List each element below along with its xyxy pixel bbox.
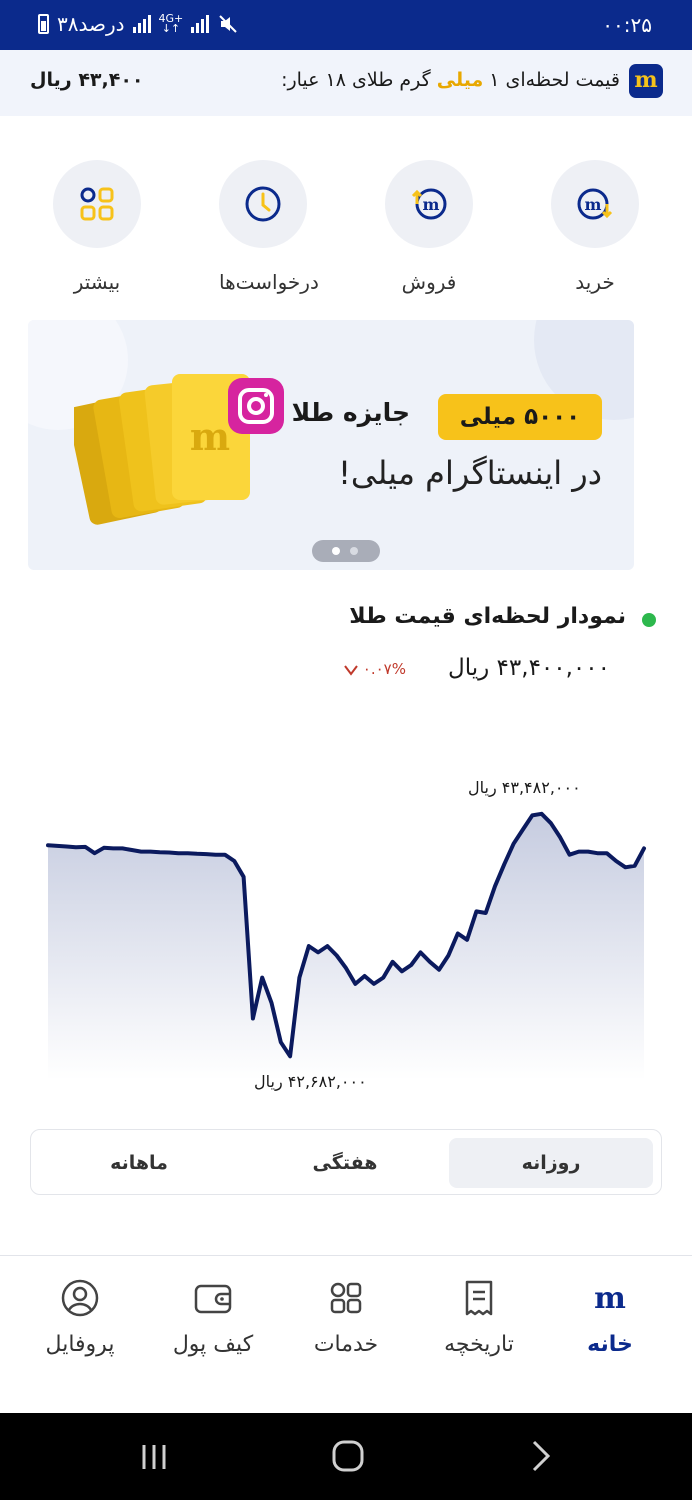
signal-2-icon (191, 15, 210, 33)
svg-text:m: m (190, 414, 230, 459)
buy-action[interactable]: m خرید (551, 160, 639, 294)
promo-banner[interactable]: m ۵۰۰۰ میلی جایزه طلا در اینستاگرام میلی… (28, 320, 634, 570)
services-icon (330, 1282, 362, 1314)
live-indicator-icon (642, 613, 656, 627)
grid-icon (80, 187, 114, 221)
clock-icon (245, 186, 281, 222)
ticker-price: ۴۳,۴۰۰ ریال (30, 69, 144, 91)
banner-pill: ۵۰۰۰ میلی (438, 394, 602, 440)
buy-icon: m (577, 188, 613, 220)
more-label: بیشتر (73, 270, 121, 294)
more-action[interactable]: بیشتر (53, 160, 141, 294)
chart-low-label: ۴۲,۶۸۲,۰۰۰ ریال (254, 1072, 367, 1091)
price-change: ۰.۰۷% (344, 660, 406, 678)
sell-icon: m (411, 188, 447, 220)
system-nav-bar (0, 1413, 692, 1500)
nav-profile-label: پروفایل (45, 1332, 115, 1357)
nav-wallet-label: کیف پول (172, 1332, 254, 1357)
buy-label: خرید (575, 270, 615, 294)
svg-text:m: m (423, 195, 440, 214)
chart-title: نمودار لحظه‌ای قیمت طلا (349, 604, 626, 629)
status-bar: ۰۰:۲۵ ۳۸درصد 4G+ ↓↑ (0, 0, 692, 50)
nav-services-label: خدمات (313, 1332, 379, 1357)
down-chevron-icon (344, 664, 358, 676)
chart-area-fill (48, 813, 644, 1080)
status-time: ۰۰:۲۵ (602, 13, 652, 37)
nav-wallet[interactable]: کیف پول (153, 1278, 273, 1357)
chart-high-label: ۴۳,۴۸۲,۰۰۰ ریال (468, 778, 581, 797)
sell-label: فروش (401, 270, 457, 294)
requests-action[interactable]: درخواست‌ها (219, 160, 319, 294)
sell-action[interactable]: m فروش (385, 160, 473, 294)
nav-services[interactable]: خدمات (286, 1278, 406, 1357)
requests-label: درخواست‌ها (219, 270, 319, 294)
history-icon (465, 1280, 493, 1316)
banner-prize: جایزه طلا (291, 398, 410, 427)
svg-text:m: m (594, 1281, 626, 1316)
price-ticker[interactable]: m قیمت لحظه‌ای ۱ میلی گرم طلای ۱۸ عیار: … (0, 50, 692, 116)
ticker-label: قیمت لحظه‌ای ۱ میلی گرم طلای ۱۸ عیار: (281, 69, 620, 91)
home-logo-icon: m (594, 1281, 626, 1316)
status-indicators: ۳۸درصد 4G+ ↓↑ (38, 12, 239, 36)
tab-weekly[interactable]: هفتگی (243, 1138, 447, 1188)
nav-history-label: تاریخچه (444, 1332, 514, 1357)
recent-apps-icon[interactable] (138, 1441, 170, 1473)
bottom-nav: m خانه تاریخچه خدمات کیف پول پروفایل (0, 1255, 692, 1413)
home-button-icon[interactable] (331, 1439, 365, 1473)
profile-icon (61, 1279, 99, 1317)
period-tabs: روزانه هفتگی ماهانه (30, 1129, 662, 1195)
banner-subtitle: در اینستاگرام میلی! (338, 454, 602, 492)
wallet-icon (194, 1284, 232, 1314)
network-type: 4G+ ↓↑ (158, 12, 184, 35)
nav-home-label: خانه (587, 1332, 633, 1357)
signal-icon (132, 15, 151, 33)
tab-daily[interactable]: روزانه (449, 1138, 653, 1188)
mute-icon (219, 15, 237, 33)
battery-text: ۳۸درصد (57, 12, 125, 36)
svg-text:m: m (585, 195, 602, 214)
nav-home[interactable]: m خانه (550, 1278, 670, 1357)
nav-profile[interactable]: پروفایل (20, 1278, 140, 1357)
current-price: ۴۳,۴۰۰,۰۰۰ ریال (448, 655, 610, 681)
gold-bars-icon: m (74, 374, 284, 525)
back-icon[interactable] (528, 1439, 556, 1473)
price-chart[interactable] (0, 740, 692, 1080)
brand-logo-icon: m (629, 64, 663, 98)
nav-history[interactable]: تاریخچه (419, 1278, 539, 1357)
battery-icon (38, 14, 49, 34)
carousel-indicator[interactable] (312, 540, 380, 562)
tab-monthly[interactable]: ماهانه (37, 1138, 241, 1188)
